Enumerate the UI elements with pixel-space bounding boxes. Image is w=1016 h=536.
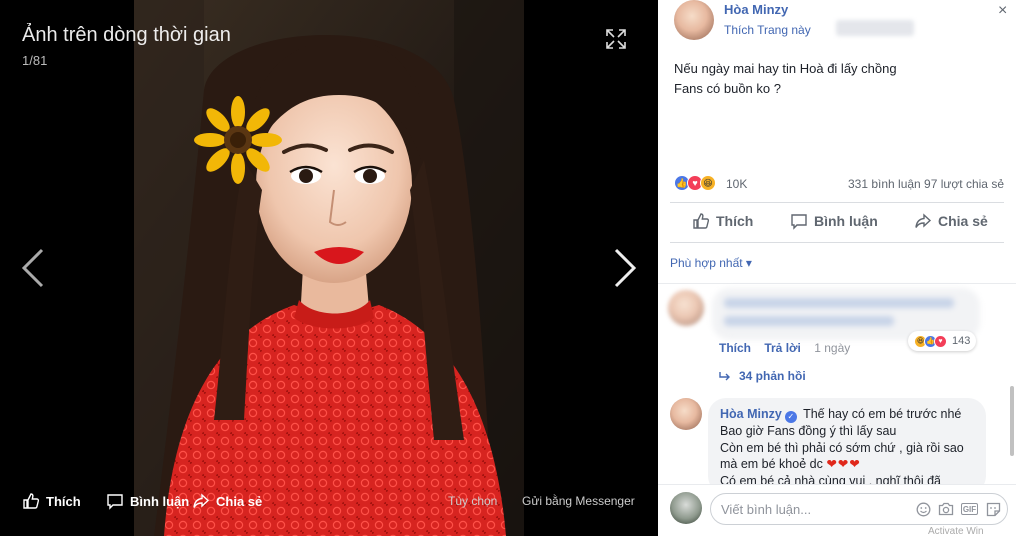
activate-windows-watermark: Activate Win <box>928 526 984 536</box>
comment-reactions[interactable]: 😆 👍 ♥ 143 <box>908 331 977 351</box>
thumbs-up-icon <box>23 493 40 509</box>
post-action-bar: Thích Bình luận Chia sẻ <box>670 206 1004 238</box>
theater-comment-label: Bình luận <box>130 493 190 509</box>
divider <box>670 202 1004 203</box>
comment-reply-link[interactable]: Trả lời <box>764 341 801 355</box>
send-messenger-link[interactable]: Gửi bằng Messenger <box>522 494 635 508</box>
expand-icon[interactable] <box>605 28 627 50</box>
commenter-avatar[interactable] <box>670 398 702 430</box>
photo-counter: 1/81 <box>22 53 48 68</box>
love-reaction-icon: ♥ <box>934 334 947 348</box>
previous-photo-icon[interactable] <box>20 248 46 288</box>
post-share-label: Chia sẻ <box>938 213 988 229</box>
theater-share-button[interactable]: Chia sẻ <box>192 492 262 510</box>
share-icon <box>915 213 932 228</box>
heart-emoji-icons: ❤❤❤ <box>826 457 861 471</box>
theater-title: Ảnh trên dòng thời gian <box>22 24 231 46</box>
comment-author[interactable]: Hòa Minzy <box>720 407 782 421</box>
comment-sort-dropdown[interactable]: Phù hợp nhất ▾ <box>670 256 752 270</box>
theater-footer: Thích Bình luận Chia sẻ Tùy chọn Gửi bằn… <box>0 484 658 516</box>
commenter-avatar[interactable] <box>668 290 704 326</box>
comment-reaction-count: 143 <box>952 335 971 347</box>
comment-line: Bao giờ Fans đồng ý thì lấy sau <box>720 424 897 438</box>
post-text-line: Fans có buồn ko ? <box>674 81 781 96</box>
post-like-label: Thích <box>716 213 754 229</box>
comment-icon <box>791 214 807 230</box>
post-text-line: Nếu ngày mai hay tin Hoà đi lấy chồng <box>674 61 897 76</box>
reaction-count[interactable]: 10K <box>726 177 747 191</box>
post-comment-button[interactable]: Bình luận <box>790 212 878 230</box>
photo-theater: Ảnh trên dòng thời gian 1/81 Thích Bình … <box>0 0 658 536</box>
post-text: Nếu ngày mai hay tin Hoà đi lấy chồng Fa… <box>674 59 897 99</box>
post-like-button[interactable]: Thích <box>692 212 753 230</box>
comment-line: mà em bé khoẻ dc <box>720 457 823 471</box>
view-replies-link[interactable]: 34 phản hồi <box>719 369 806 383</box>
comment-like-link[interactable]: Thích <box>719 341 751 355</box>
verified-badge-icon: ✓ <box>784 411 797 423</box>
post-comment-label: Bình luận <box>814 213 878 229</box>
share-icon <box>193 493 210 508</box>
next-photo-icon[interactable] <box>612 248 638 288</box>
comments-scrollbar[interactable] <box>1010 386 1014 456</box>
camera-icon[interactable] <box>938 501 954 517</box>
comment-time: 1 ngày <box>814 341 851 355</box>
comment-bubble: Hòa Minzy ✓ Thế hay có em bé trước nhé Ba… <box>708 398 986 494</box>
divider <box>658 283 1016 284</box>
gif-icon[interactable]: GIF <box>961 503 978 515</box>
author-name[interactable]: Hòa Minzy <box>724 2 788 17</box>
theater-like-button[interactable]: Thích <box>22 492 81 510</box>
comment-actions: Thích Trả lời 1 ngày <box>719 341 850 355</box>
comment-input-placeholder: Viết bình luận... <box>721 502 812 517</box>
post-share-button[interactable]: Chia sẻ <box>914 212 988 230</box>
haha-reaction-icon: 😆 <box>700 175 716 191</box>
comment-input[interactable]: Viết bình luận... GIF <box>710 493 1008 525</box>
comment-icon <box>107 494 123 510</box>
comment-line: Còn em bé thì phải có sớm chứ , già rồi … <box>720 440 964 455</box>
post-panel: Hòa Minzy Thích Trang này × Nếu ngày mai… <box>658 0 1016 536</box>
portrait-image <box>134 0 524 536</box>
theater-options-link[interactable]: Tùy chọn <box>448 494 497 508</box>
post-timestamp-blurred <box>836 20 914 36</box>
theater-share-label: Chia sẻ <box>216 493 263 509</box>
like-page-link[interactable]: Thích Trang này <box>724 23 811 37</box>
divider <box>670 242 1004 243</box>
close-icon[interactable]: × <box>998 2 1007 20</box>
comment-line: Thế hay có em bé trước nhé <box>803 407 962 421</box>
sticker-icon[interactable] <box>985 501 1001 517</box>
replies-count: 34 phản hồi <box>739 369 806 383</box>
comment-share-stats[interactable]: 331 bình luận 97 lượt chia sẻ <box>848 177 1004 191</box>
photo[interactable] <box>134 0 524 536</box>
theater-comment-button[interactable]: Bình luận <box>106 492 189 510</box>
emoji-icon[interactable] <box>915 501 931 517</box>
author-avatar[interactable] <box>674 0 714 40</box>
reply-arrow-icon <box>719 372 730 381</box>
reaction-summary[interactable]: 👍 ♥ 😆 10K 331 bình luận 97 lượt chia sẻ <box>674 175 1004 193</box>
thumbs-up-icon <box>693 213 710 229</box>
current-user-avatar <box>670 492 702 524</box>
theater-like-label: Thích <box>46 493 81 509</box>
